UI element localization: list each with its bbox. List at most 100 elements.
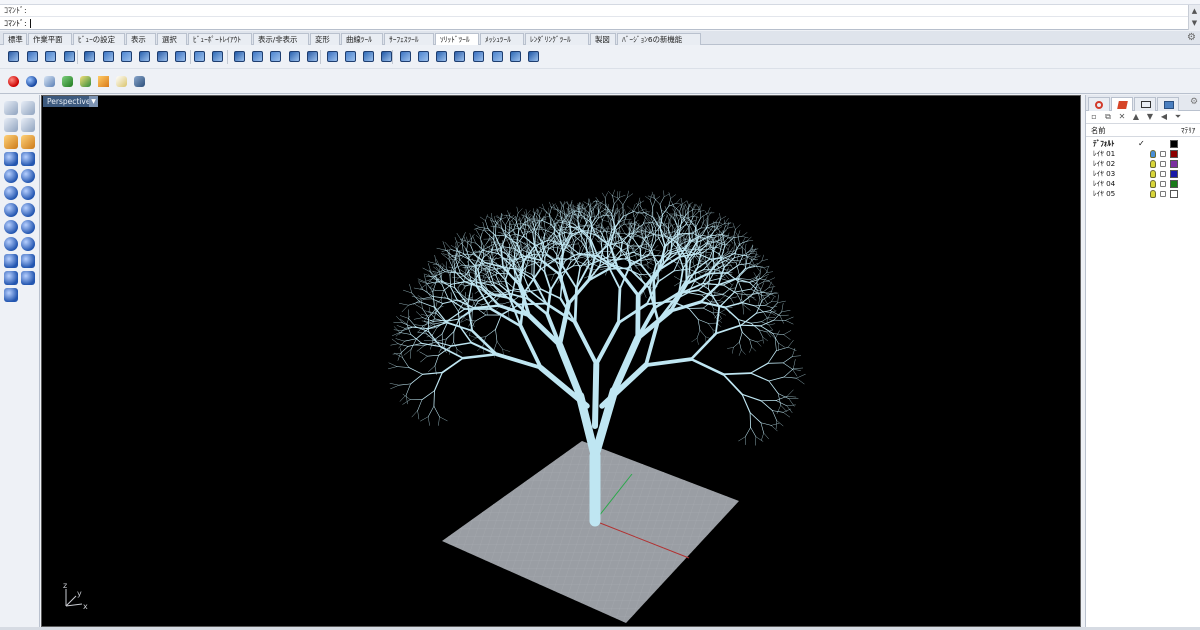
tab-6[interactable]: 表示/非表示	[253, 33, 309, 45]
layer-row[interactable]: ﾃﾞﾌｫﾙﾄ ✓	[1086, 139, 1200, 149]
layer-color-swatch[interactable]	[1170, 160, 1178, 168]
tab-properties[interactable]	[1088, 97, 1110, 111]
tab-12[interactable]: ﾚﾝﾀﾞﾘﾝｸﾞﾂｰﾙ	[525, 33, 589, 45]
material-sphere-button[interactable]	[24, 74, 39, 89]
layer-row[interactable]: ﾚｲﾔ 04	[1086, 179, 1200, 189]
extrude-icon[interactable]	[21, 237, 35, 251]
layer-row[interactable]: ﾚｲﾔ 01	[1086, 149, 1200, 159]
solid-tool-26-button[interactable]	[490, 49, 505, 64]
delete-layer-icon[interactable]: ✕	[1117, 112, 1127, 122]
render-settings-button[interactable]	[132, 74, 147, 89]
tab-14[interactable]: ﾊﾞｰｼﾞｮﾝ6の新機能	[617, 33, 701, 45]
tab-8[interactable]: 曲線ﾂｰﾙ	[341, 33, 383, 45]
polygon-icon[interactable]	[21, 152, 35, 166]
boolean-icon[interactable]	[21, 254, 35, 268]
solid-tool-24-button[interactable]	[452, 49, 467, 64]
solid-tool-3-button[interactable]	[62, 49, 77, 64]
tab-11[interactable]: ﾒｯｼｭﾂｰﾙ	[480, 33, 524, 45]
layer-name[interactable]: ﾚｲﾔ 02	[1093, 159, 1115, 169]
solid-tool-5-button[interactable]	[101, 49, 116, 64]
layer-row[interactable]: ﾚｲﾔ 05	[1086, 189, 1200, 199]
layer-color-swatch[interactable]	[1170, 150, 1178, 158]
lock-icon[interactable]	[1160, 171, 1166, 177]
solid-tool-21-button[interactable]	[398, 49, 413, 64]
circle-icon[interactable]	[4, 135, 18, 149]
solid-tool-18-button[interactable]	[343, 49, 358, 64]
tab-5[interactable]: ﾋﾞｭｰﾎﾟｰﾄﾚｲｱｳﾄ	[188, 33, 252, 45]
cone-icon[interactable]	[4, 203, 18, 217]
solid-tool-0-button[interactable]	[6, 49, 21, 64]
move-down-icon[interactable]: ▼	[1145, 112, 1155, 122]
tab-help[interactable]	[1157, 97, 1179, 111]
layer-name[interactable]: ﾚｲﾔ 03	[1093, 169, 1115, 179]
mesh-icon[interactable]	[4, 271, 18, 285]
light-button[interactable]	[96, 74, 111, 89]
layer-name[interactable]: ﾚｲﾔ 04	[1093, 179, 1115, 189]
viewport-title-tab[interactable]: Perspective	[43, 96, 95, 107]
new-layer-icon[interactable]: ▫	[1089, 112, 1099, 122]
move-up-icon[interactable]: ▲	[1131, 112, 1141, 122]
solid-tool-11-button[interactable]	[210, 49, 225, 64]
tab-9[interactable]: ｻｰﾌｪｽﾂｰﾙ	[384, 33, 434, 45]
torus-icon[interactable]	[4, 220, 18, 234]
sun-button[interactable]	[114, 74, 129, 89]
polyline-icon[interactable]	[4, 118, 18, 132]
tab-2[interactable]: ﾋﾞｭｰの設定	[73, 33, 125, 45]
solid-tool-2-button[interactable]	[43, 49, 58, 64]
tab-4[interactable]: 選択	[157, 33, 187, 45]
move-left-icon[interactable]: ◀	[1159, 112, 1169, 122]
layer-color-swatch[interactable]	[1170, 190, 1178, 198]
render-preview-button[interactable]	[42, 74, 57, 89]
lightbulb-icon[interactable]	[1150, 160, 1156, 168]
solid-tool-22-button[interactable]	[416, 49, 431, 64]
layer-color-swatch[interactable]	[1170, 180, 1178, 188]
tree-model[interactable]	[388, 189, 806, 527]
column-material-header[interactable]: ﾏﾃﾘｱ	[1181, 124, 1195, 137]
pyramid-icon[interactable]	[21, 203, 35, 217]
viewport-scene[interactable]: z y x	[42, 96, 1081, 627]
gear-icon[interactable]: ⚙	[1190, 97, 1198, 107]
solid-tool-4-button[interactable]	[82, 49, 97, 64]
command-prompt-input[interactable]: ｺﾏﾝﾄﾞ:	[0, 17, 1188, 30]
layer-row[interactable]: ﾚｲﾔ 03	[1086, 169, 1200, 179]
command-scrollbar[interactable]: ▲ ▼	[1188, 5, 1200, 30]
layer-color-swatch[interactable]	[1170, 170, 1178, 178]
select-arrow-icon[interactable]	[4, 101, 18, 115]
copy-layer-icon[interactable]: ⧉	[1103, 112, 1113, 122]
tab-display[interactable]	[1134, 97, 1156, 111]
dimension-icon[interactable]	[4, 288, 18, 302]
arc-icon[interactable]	[21, 135, 35, 149]
chevron-down-icon[interactable]: ▼	[89, 96, 98, 107]
solid-tool-25-button[interactable]	[471, 49, 486, 64]
solid-tool-23-button[interactable]	[434, 49, 449, 64]
solid-tool-14-button[interactable]	[268, 49, 283, 64]
tab-layers[interactable]	[1111, 97, 1133, 111]
environment-button[interactable]	[60, 74, 75, 89]
curve-icon[interactable]	[21, 118, 35, 132]
lightbulb-icon[interactable]	[1150, 150, 1156, 158]
solid-tool-16-button[interactable]	[305, 49, 320, 64]
tab-0[interactable]: 標準	[3, 33, 27, 45]
solid-tool-9-button[interactable]	[173, 49, 188, 64]
sphere-icon[interactable]	[4, 186, 18, 200]
layer-name[interactable]: ﾚｲﾔ 01	[1093, 149, 1115, 159]
solid-tool-17-button[interactable]	[325, 49, 340, 64]
perspective-viewport[interactable]: z y x Perspective ▼	[41, 95, 1081, 627]
layer-name[interactable]: ﾃﾞﾌｫﾙﾄ	[1093, 139, 1115, 149]
solid-tool-8-button[interactable]	[155, 49, 170, 64]
point-icon[interactable]	[21, 101, 35, 115]
tube-icon[interactable]	[21, 220, 35, 234]
cylinder-icon[interactable]	[21, 186, 35, 200]
tab-7[interactable]: 変形	[310, 33, 340, 45]
solid-tool-15-button[interactable]	[287, 49, 302, 64]
layer-color-swatch[interactable]	[1170, 140, 1178, 148]
lock-icon[interactable]	[1160, 161, 1166, 167]
column-name-header[interactable]: 名前	[1091, 124, 1105, 137]
solid-tool-28-button[interactable]	[526, 49, 541, 64]
render-sphere-button[interactable]	[6, 74, 21, 89]
solid-tool-12-button[interactable]	[232, 49, 247, 64]
texture-map-button[interactable]	[78, 74, 93, 89]
lightbulb-icon[interactable]	[1150, 170, 1156, 178]
pipe-icon[interactable]	[4, 237, 18, 251]
ellipse-icon[interactable]	[4, 152, 18, 166]
